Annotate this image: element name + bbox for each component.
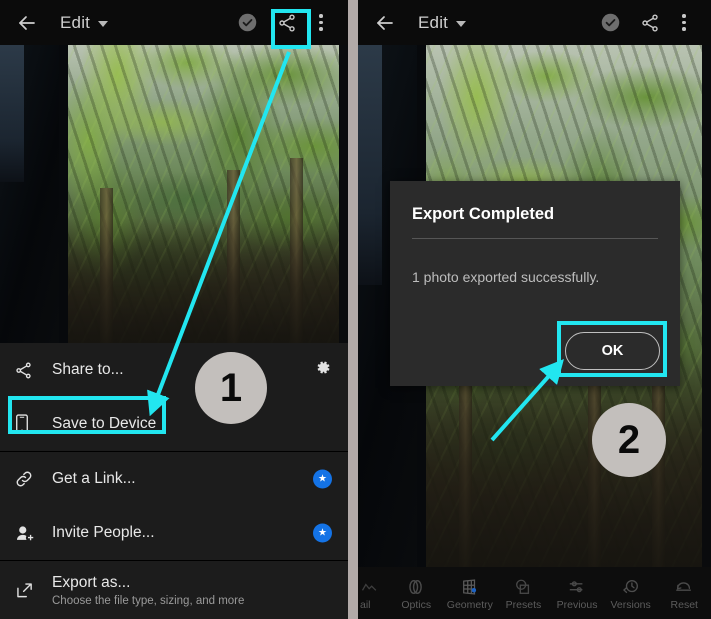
dialog-message: 1 photo exported successfully.: [412, 269, 600, 285]
premium-star-badge: ★: [313, 469, 332, 489]
toolbar-label: Versions: [610, 598, 651, 611]
presets-icon: [512, 576, 534, 596]
toolbar-item-optics[interactable]: Optics: [389, 576, 443, 611]
premium-star-badge: ★: [313, 523, 332, 543]
banana-foliage-backdrop: [60, 45, 348, 343]
panel-divider: [348, 0, 358, 619]
right-screenshot-panel: Edit Export Completed 1 photo exported s…: [358, 0, 711, 619]
chevron-down-icon: [456, 21, 467, 27]
edit-mode-label: Edit: [60, 12, 91, 32]
toolbar-label: Optics: [401, 598, 432, 611]
share-menu-sublabel: Choose the file type, sizing, and more: [52, 594, 245, 607]
share-menu-item-invite-people[interactable]: Invite People... ★: [0, 506, 348, 560]
toolbar-item-presets[interactable]: Presets: [497, 576, 551, 611]
toolbar-label: Presets: [505, 598, 542, 611]
phone-icon: [14, 414, 52, 434]
left-photo-preview: [0, 45, 348, 343]
reset-icon: [673, 576, 695, 596]
back-arrow-icon[interactable]: [14, 10, 40, 36]
gear-icon[interactable]: [313, 358, 332, 382]
share-menu-label: Share to...: [52, 361, 124, 378]
toolbar-item-reset[interactable]: Reset: [657, 576, 711, 611]
detail-icon: [360, 576, 380, 596]
geometry-icon: [459, 576, 481, 596]
share-icon: [14, 361, 52, 380]
photo-right-edge: [702, 45, 711, 567]
toolbar-label: Geometry: [446, 598, 493, 611]
left-app-bar: Edit: [0, 0, 348, 45]
back-arrow-icon[interactable]: [372, 10, 398, 36]
share-menu-label: Invite People...: [52, 524, 155, 541]
link-icon: [14, 469, 52, 489]
trunk-shape: [100, 188, 114, 343]
share-icon[interactable]: [270, 6, 304, 40]
trunk-shape: [227, 170, 241, 343]
previous-icon: [566, 576, 588, 596]
check-circle-icon[interactable]: [593, 6, 627, 40]
kebab-dots: [682, 14, 686, 31]
toolbar-item-versions[interactable]: Versions: [604, 576, 658, 611]
left-photo-image: [0, 45, 348, 343]
share-icon[interactable]: [633, 6, 667, 40]
window-frame-shadow: [0, 45, 68, 343]
export-icon: [14, 580, 52, 601]
trunk-shape: [290, 158, 304, 343]
edit-mode-title[interactable]: Edit: [60, 12, 109, 33]
share-menu-label: Save to Device: [52, 415, 157, 432]
optics-icon: [405, 576, 427, 596]
chevron-down-icon: [98, 21, 109, 27]
versions-icon: [620, 576, 642, 596]
export-completed-dialog: Export Completed 1 photo exported succes…: [390, 181, 680, 386]
share-menu-item-save-to-device[interactable]: Save to Device: [0, 397, 348, 451]
share-menu-item-share-to[interactable]: Share to...: [0, 343, 348, 397]
kebab-menu-icon[interactable]: [304, 6, 338, 40]
edit-mode-title[interactable]: Edit: [418, 12, 467, 33]
screenshot-root: Edit Share to... Save to Device Get a Li…: [0, 0, 711, 619]
share-menu-label: Get a Link...: [52, 470, 136, 487]
ok-button[interactable]: OK: [565, 332, 660, 370]
export-as-texts: Export as... Choose the file type, sizin…: [52, 574, 244, 607]
toolbar-item-geometry[interactable]: Geometry: [443, 576, 497, 611]
share-bottom-sheet: Share to... Save to Device Get a Link...: [0, 343, 348, 619]
edit-mode-label: Edit: [418, 12, 449, 32]
photo-right-edge: [339, 45, 348, 343]
kebab-dots: [319, 14, 323, 31]
check-circle-icon[interactable]: [230, 6, 264, 40]
share-menu-item-export-as[interactable]: Export as... Choose the file type, sizin…: [0, 561, 348, 619]
toolbar-item-previous[interactable]: Previous: [550, 576, 604, 611]
person-add-icon: [14, 523, 52, 544]
dialog-title: Export Completed: [412, 205, 555, 223]
right-app-bar: Edit: [358, 0, 711, 45]
window-sky-patch: [0, 45, 24, 183]
window-sky-patch: [358, 45, 382, 286]
star-icon: ★: [313, 523, 332, 543]
toolbar-label: Reset: [670, 598, 698, 611]
share-menu-label: Export as...: [52, 573, 131, 591]
toolbar-item-detail[interactable]: ail: [358, 576, 389, 611]
left-screenshot-panel: Edit Share to... Save to Device Get a Li…: [0, 0, 348, 619]
star-icon: ★: [313, 469, 332, 489]
toolbar-label: ail: [360, 598, 371, 611]
edit-bottom-toolbar: ail Optics Geometry Presets Previous Ver…: [358, 567, 711, 619]
dialog-actions: OK: [565, 332, 660, 370]
kebab-menu-icon[interactable]: [667, 6, 701, 40]
share-menu-item-get-a-link[interactable]: Get a Link... ★: [0, 452, 348, 506]
toolbar-label: Previous: [556, 598, 598, 611]
